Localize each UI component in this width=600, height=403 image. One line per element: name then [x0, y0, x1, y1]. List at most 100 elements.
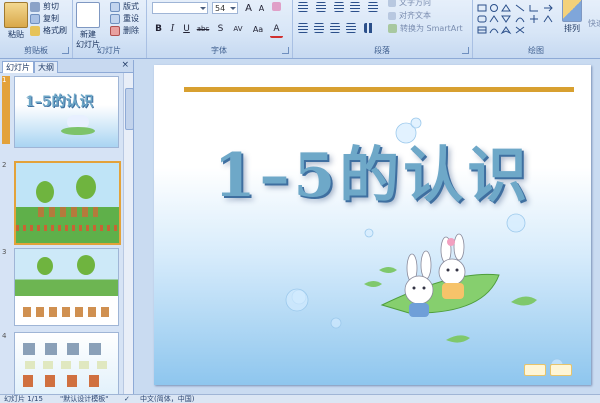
thumbnail-number: 3 [2, 248, 7, 256]
tab-outline[interactable]: 大纲 [34, 61, 58, 73]
leaf [379, 267, 397, 273]
tab-slides[interactable]: 幻灯片 [2, 61, 34, 73]
arrange-button[interactable]: 排列 [562, 0, 582, 34]
align-text-icon [388, 11, 396, 20]
paste-label: 粘贴 [8, 30, 24, 39]
close-icon[interactable]: × [121, 60, 129, 70]
copy-icon [30, 13, 40, 24]
justify-icon [345, 23, 356, 33]
smartart-icon [388, 24, 397, 33]
slide-thumbnail[interactable] [14, 161, 121, 245]
shapes-gallery[interactable] [476, 3, 556, 35]
underline-button[interactable]: U [180, 23, 193, 36]
slide-canvas[interactable]: 1–5的认识 [154, 65, 591, 385]
thumbnail-items [23, 343, 111, 355]
grow-font-button[interactable]: A [242, 2, 255, 15]
copy-label: 复制 [43, 14, 59, 23]
columns-button[interactable] [362, 23, 375, 36]
layout-button[interactable]: 版式 [110, 1, 139, 12]
triangle-shape-icon[interactable] [501, 4, 511, 12]
arrow-shape-icon[interactable] [544, 4, 553, 12]
pane-scrollbar[interactable] [123, 73, 134, 394]
slide-thumbnail[interactable] [14, 248, 119, 326]
reset-button[interactable]: 重设 [110, 13, 139, 24]
slides-group: 新建 幻灯片 版式 重设 删除 幻灯片 [72, 0, 147, 58]
align-center-icon [313, 23, 324, 33]
chevron-down-icon [230, 7, 236, 10]
arc-shape-icon[interactable] [515, 17, 525, 23]
font-size-combo[interactable]: 54 [212, 2, 238, 14]
pane-scrollbar-thumb[interactable] [125, 88, 134, 130]
font-launcher-icon[interactable] [282, 47, 289, 54]
clipboard-launcher-icon[interactable] [62, 47, 69, 54]
columns-icon [363, 23, 374, 33]
char-spacing-button[interactable]: AV [230, 23, 246, 36]
clear-format-button[interactable] [270, 2, 283, 15]
rabbit-figure [438, 233, 466, 299]
quick-styles-button[interactable]: 快速 [588, 18, 600, 29]
caret-shape-icon[interactable] [543, 15, 553, 23]
rectangle-shape-icon[interactable] [477, 4, 487, 12]
text-direction-label: 文字方向 [399, 0, 431, 7]
text-shadow-button[interactable]: S [214, 23, 227, 36]
smartart-label: 转换为 SmartArt [400, 24, 463, 33]
justify-button[interactable] [344, 23, 357, 36]
bullets-button[interactable] [296, 2, 309, 15]
brush-icon [30, 25, 40, 36]
rounded-rect-shape-icon[interactable] [477, 15, 487, 23]
delete-slide-button[interactable]: 删除 [110, 25, 139, 36]
align-text-button[interactable]: 对齐文本 [388, 10, 431, 21]
bubble [506, 213, 526, 233]
thumbnail-items [23, 307, 111, 317]
font-color-button[interactable]: A [270, 23, 283, 38]
change-case-button[interactable]: Aa [250, 23, 266, 36]
smartart-button[interactable]: 转换为 SmartArt [388, 23, 463, 34]
slide-thumbnail[interactable]: 1–5的认识 [14, 76, 119, 148]
down-triangle-shape-icon[interactable] [501, 15, 511, 23]
line-spacing-button[interactable] [366, 2, 379, 15]
curve-shape-icon[interactable] [489, 28, 499, 34]
cut-button[interactable]: 剪切 [30, 1, 59, 12]
align-left-button[interactable] [296, 23, 309, 36]
shrink-font-button[interactable]: A [255, 2, 268, 15]
delete-label: 删除 [123, 26, 139, 35]
drawing-group-label: 绘图 [528, 46, 544, 55]
leaf [364, 281, 382, 287]
increase-indent-button[interactable] [348, 2, 361, 15]
paragraph-launcher-icon[interactable] [462, 47, 469, 54]
new-slide-button[interactable]: 新建 幻灯片 [76, 2, 100, 50]
numbering-button[interactable] [314, 2, 327, 15]
oval-shape-icon[interactable] [490, 4, 498, 12]
star-shape-icon[interactable] [500, 26, 512, 35]
arrange-label: 排列 [564, 24, 580, 33]
decrease-indent-button[interactable] [332, 2, 345, 15]
text-direction-icon [388, 0, 396, 7]
thumbnail-tree [37, 257, 53, 275]
next-slide-icon[interactable] [550, 364, 572, 376]
paste-button[interactable]: 粘贴 [4, 2, 28, 40]
chevron-shape-icon[interactable] [489, 15, 499, 23]
align-left-icon [297, 23, 308, 33]
chevron-down-icon [200, 7, 206, 10]
align-center-button[interactable] [312, 23, 325, 36]
text-direction-button[interactable]: 文字方向 [388, 0, 431, 8]
copy-button[interactable]: 复制 [30, 13, 59, 24]
paragraph-group-label: 段落 [374, 46, 390, 55]
slide-thumbnail[interactable] [14, 332, 119, 396]
plus-shape-icon[interactable] [530, 15, 538, 23]
thumbnail-fence [16, 225, 119, 231]
format-painter-button[interactable]: 格式刷 [30, 25, 67, 36]
line-shape-icon[interactable] [515, 4, 525, 12]
thumbnail-tree [77, 255, 95, 275]
italic-button[interactable]: I [166, 23, 179, 36]
bold-button[interactable]: B [152, 23, 165, 36]
slide-title[interactable]: 1–5的认识 [154, 127, 591, 214]
layout-label: 版式 [123, 2, 139, 11]
cross-shape-icon[interactable] [515, 26, 525, 34]
align-right-button[interactable] [328, 23, 341, 36]
elbow-shape-icon[interactable] [529, 5, 538, 12]
prev-slide-icon[interactable] [524, 364, 546, 376]
font-name-combo[interactable] [152, 2, 208, 14]
table-shape-icon[interactable] [477, 26, 487, 34]
strikethrough-button[interactable]: abc [194, 23, 212, 36]
